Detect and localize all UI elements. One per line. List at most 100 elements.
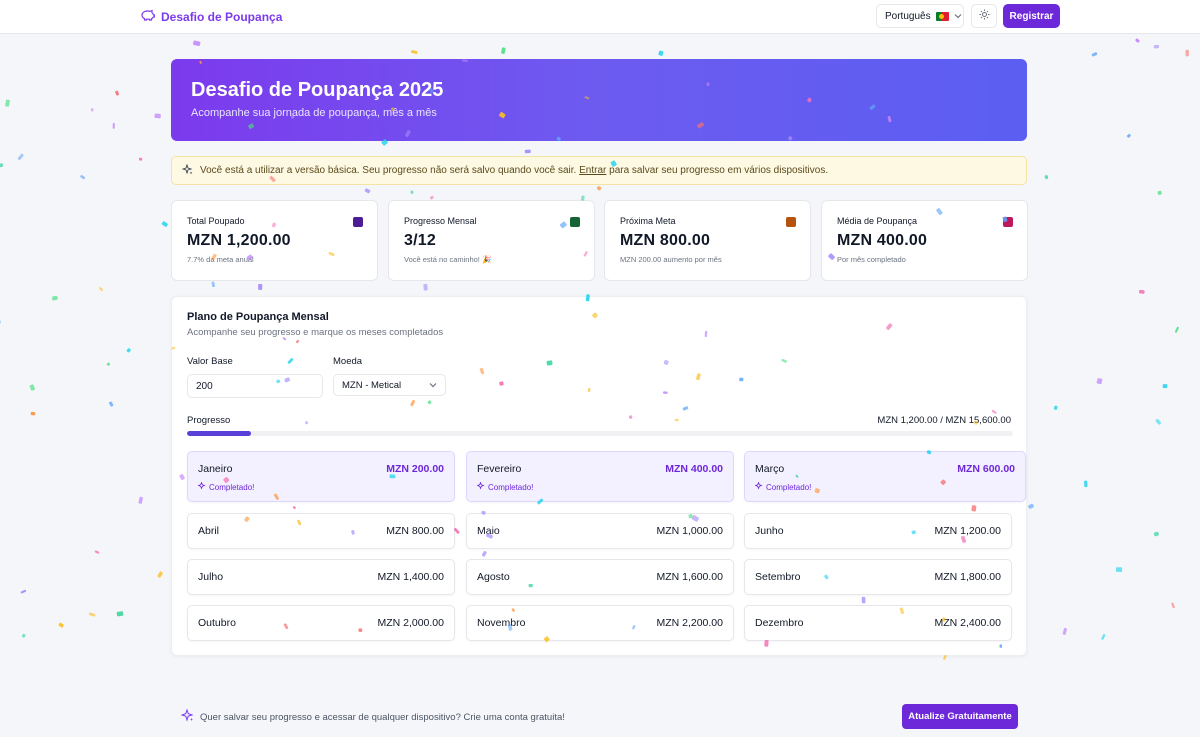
chevron-down-icon [429, 380, 437, 391]
progress-bar [187, 431, 1013, 436]
confetti-piece [109, 401, 114, 407]
completed-label: Completado! [488, 482, 534, 492]
month-card-maio[interactable]: Maio MZN 1,000.00 [466, 513, 734, 549]
month-card-fevereiro[interactable]: Fevereiro MZN 400.00 Completado! [466, 451, 734, 502]
piggy-bank-icon [353, 217, 363, 227]
month-name: Março [755, 463, 785, 475]
month-name: Janeiro [198, 463, 233, 475]
month-card-janeiro[interactable]: Janeiro MZN 200.00 Completado! [187, 451, 455, 502]
confetti-piece [0, 163, 4, 168]
confetti-piece [154, 113, 161, 119]
confetti-piece [161, 221, 168, 227]
confetti-piece [17, 153, 24, 161]
confetti-piece [211, 281, 215, 288]
confetti-piece [410, 190, 414, 194]
stat-card-average-savings: Média de Poupança MZN 400.00 Por mês com… [821, 200, 1028, 281]
confetti-piece [1091, 52, 1098, 57]
month-amount: MZN 1,400.00 [377, 571, 444, 583]
hero-banner: Desafio de Poupança 2025 Acompanhe sua j… [171, 59, 1027, 141]
completed-status: Completado! [476, 481, 534, 492]
confetti-piece [90, 108, 94, 112]
upgrade-button[interactable]: Atualize Gratuitamente [902, 704, 1018, 729]
basic-version-notice: Você está a utilizar a versão básica. Se… [171, 156, 1027, 185]
month-card-dezembro[interactable]: Dezembro MZN 2,400.00 [744, 605, 1012, 641]
base-value-input[interactable] [187, 374, 323, 398]
confetti-piece [1153, 44, 1160, 49]
confetti-piece [88, 612, 96, 617]
stat-title: Progresso Mensal [404, 216, 477, 226]
stat-value: 3/12 [404, 232, 436, 249]
portugal-flag-icon [935, 11, 949, 21]
target-icon [786, 217, 796, 227]
progress-bar-fill [187, 431, 251, 436]
confetti-piece [1062, 627, 1067, 635]
stat-subtext: Por mês completado [837, 255, 906, 264]
completed-status: Completado! [197, 481, 255, 492]
confetti-piece [1157, 190, 1162, 195]
language-select[interactable]: Português [876, 4, 964, 28]
completed-label: Completado! [766, 482, 812, 492]
completed-label: Completado! [209, 482, 255, 492]
month-name: Julho [198, 571, 224, 583]
plan-subtitle: Acompanhe seu progresso e marque os mese… [187, 327, 444, 338]
cta-text: Quer salvar seu progresso e acessar de q… [200, 711, 565, 723]
confetti-piece [1185, 49, 1189, 57]
chart-icon [1003, 217, 1013, 227]
confetti-piece [1174, 326, 1179, 333]
month-name: Setembro [755, 571, 801, 583]
confetti-piece [1135, 38, 1140, 43]
confetti-piece [1115, 567, 1123, 572]
stat-value: MZN 800.00 [620, 232, 711, 249]
month-amount: MZN 1,600.00 [656, 571, 723, 583]
plan-title: Plano de Poupança Mensal [187, 311, 329, 323]
confetti-piece [258, 284, 263, 290]
month-card-agosto[interactable]: Agosto MZN 1,600.00 [466, 559, 734, 595]
confetti-piece [1162, 384, 1168, 389]
base-value-label: Valor Base [187, 356, 233, 367]
month-amount: MZN 2,200.00 [656, 617, 723, 629]
month-amount: MZN 2,000.00 [377, 617, 444, 629]
confetti-piece [1096, 378, 1103, 385]
stat-subtext: Você está no caminho! 🎉 [404, 255, 492, 264]
stat-subtext: MZN 200.00 aumento por mês [620, 255, 722, 264]
month-amount: MZN 2,400.00 [934, 617, 1001, 629]
brand-label: Desafio de Poupança [161, 10, 283, 24]
piggy-bank-icon [140, 8, 156, 26]
confetti-piece [106, 362, 111, 366]
top-nav: Desafio de Poupança Português Registrar [0, 0, 1200, 34]
stat-subtext: 7.7% da meta anual [187, 255, 254, 264]
confetti-piece [58, 622, 64, 628]
stat-card-total-saved: Total Poupado MZN 1,200.00 7.7% da meta … [171, 200, 378, 281]
month-amount: MZN 800.00 [386, 525, 444, 537]
month-card-março[interactable]: Março MZN 600.00 Completado! [744, 451, 1026, 502]
confetti-piece [21, 633, 26, 638]
login-link[interactable]: Entrar [579, 165, 606, 176]
confetti-piece [1153, 531, 1159, 537]
confetti-piece [98, 286, 104, 292]
month-card-junho[interactable]: Junho MZN 1,200.00 [744, 513, 1012, 549]
currency-select[interactable]: MZN - Metical [333, 374, 446, 396]
month-card-abril[interactable]: Abril MZN 800.00 [187, 513, 455, 549]
sparkles-icon [181, 163, 193, 178]
stat-card-next-goal: Próxima Meta MZN 800.00 MZN 200.00 aumen… [604, 200, 811, 281]
completed-status: Completado! [754, 481, 812, 492]
theme-toggle-button[interactable] [971, 4, 997, 28]
confetti-piece [1028, 503, 1034, 509]
stat-card-monthly-progress: Progresso Mensal 3/12 Você está no camin… [388, 200, 595, 281]
confetti-piece [1053, 405, 1058, 410]
month-name: Novembro [477, 617, 526, 629]
savings-plan-card: Plano de Poupança Mensal Acompanhe seu p… [171, 296, 1027, 656]
confetti-piece [116, 611, 124, 617]
month-card-julho[interactable]: Julho MZN 1,400.00 [187, 559, 455, 595]
register-button[interactable]: Registrar [1003, 4, 1060, 28]
trending-icon [570, 217, 580, 227]
notice-text-after: para salvar seu progresso em vários disp… [606, 165, 829, 176]
confetti-piece [1101, 634, 1106, 640]
month-card-setembro[interactable]: Setembro MZN 1,800.00 [744, 559, 1012, 595]
month-card-novembro[interactable]: Novembro MZN 2,200.00 [466, 605, 734, 641]
confetti-piece [658, 50, 664, 56]
month-card-outubro[interactable]: Outubro MZN 2,000.00 [187, 605, 455, 641]
confetti-piece [193, 40, 201, 47]
confetti-piece [138, 157, 143, 161]
brand-link[interactable]: Desafio de Poupança [140, 8, 282, 26]
